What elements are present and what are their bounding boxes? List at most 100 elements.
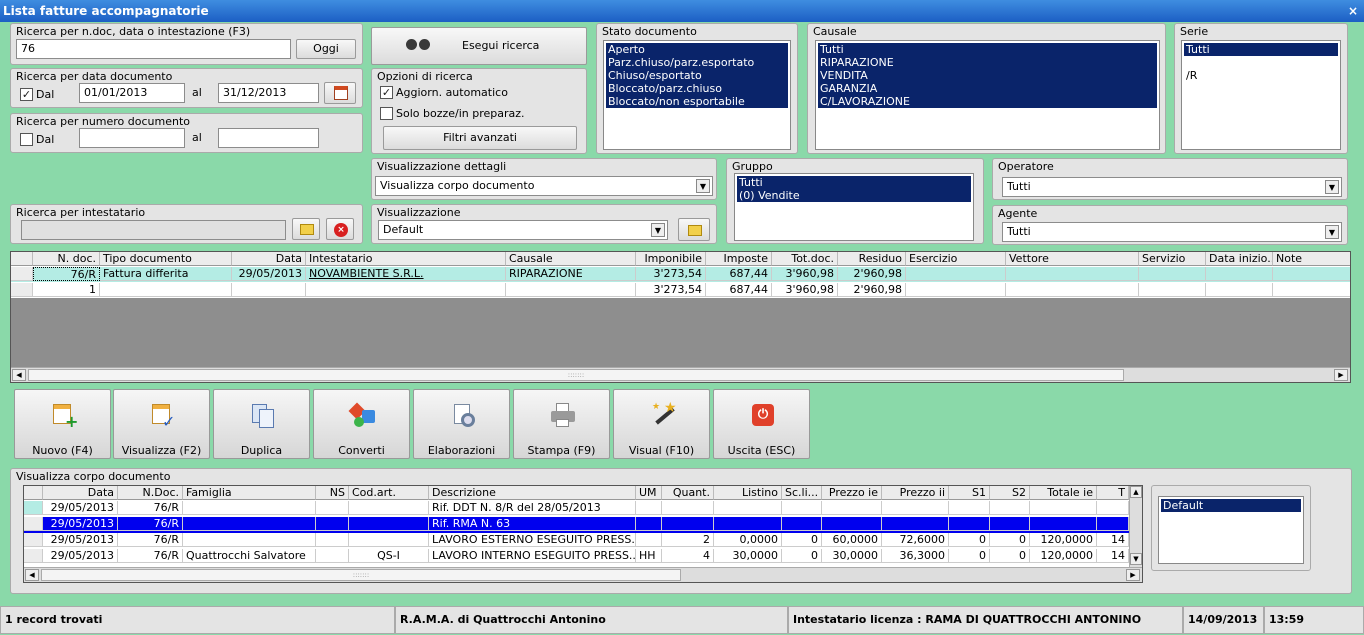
new-button[interactable]: + Nuovo (F4) (14, 389, 111, 459)
status-item[interactable]: Bloccato/non esportabile (606, 95, 788, 108)
table-cell[interactable]: 76/R (33, 267, 100, 281)
chevron-down-icon[interactable]: ▼ (651, 223, 665, 237)
table-cell[interactable] (662, 501, 714, 515)
table-cell[interactable]: 30,0000 (714, 549, 782, 563)
column-header[interactable]: Totale ie (1030, 486, 1097, 500)
table-cell[interactable] (1097, 517, 1129, 531)
number-from-input[interactable] (79, 128, 185, 148)
table-cell[interactable]: 3'273,54 (636, 267, 706, 281)
chevron-down-icon[interactable]: ▼ (1325, 225, 1339, 239)
table-cell[interactable]: 0 (949, 533, 990, 547)
column-header[interactable]: Data inizio... (1206, 252, 1273, 266)
status-item[interactable]: Parz.chiuso/parz.esportato (606, 56, 788, 69)
column-header[interactable]: Causale (506, 252, 636, 266)
reason-item[interactable]: Tutti (818, 43, 1157, 56)
column-header[interactable]: Data (232, 252, 306, 266)
holder-clear-button[interactable]: × (326, 218, 354, 240)
table-cell[interactable]: 0 (990, 549, 1030, 563)
holder-browse-button[interactable] (292, 218, 320, 240)
table-cell[interactable]: Fattura differita (100, 267, 232, 281)
column-header[interactable]: Prezzo ii (882, 486, 949, 500)
table-cell[interactable] (349, 501, 429, 515)
table-cell[interactable]: LAVORO INTERNO ESEGUITO PRESS... (429, 549, 636, 563)
column-header[interactable]: S2 (990, 486, 1030, 500)
date-to-input[interactable]: 31/12/2013 (218, 83, 319, 103)
column-header[interactable]: N.Doc. (118, 486, 183, 500)
table-cell[interactable] (316, 501, 349, 515)
table-cell[interactable]: 76/R (118, 533, 183, 547)
table-cell[interactable] (714, 517, 782, 531)
column-header[interactable]: Tot.doc. (772, 252, 838, 266)
document-body-grid[interactable]: Data N.Doc. Famiglia NS Cod.art. Descriz… (23, 485, 1143, 583)
column-header[interactable]: Data (43, 486, 118, 500)
status-item[interactable]: Aperto (606, 43, 788, 56)
reason-item[interactable]: GARANZIA (818, 82, 1157, 95)
column-header[interactable]: Prezzo ie (822, 486, 882, 500)
table-cell[interactable] (662, 517, 714, 531)
table-cell[interactable]: 36,3000 (882, 549, 949, 563)
table-cell[interactable]: 14 (1097, 533, 1129, 547)
reason-listbox[interactable]: Tutti RIPARAZIONE VENDITA GARANZIA C/LAV… (815, 40, 1160, 150)
table-cell[interactable]: QS-I (349, 549, 429, 563)
table-cell[interactable]: 4 (662, 549, 714, 563)
scroll-left-icon[interactable]: ◀ (12, 369, 26, 381)
column-header[interactable]: Tipo documento (100, 252, 232, 266)
number-from-checkbox[interactable] (20, 133, 33, 146)
column-header[interactable]: Quant. (662, 486, 714, 500)
date-from-input[interactable]: 01/01/2013 (79, 83, 185, 103)
detail-view-select[interactable]: Visualizza corpo documento ▼ (375, 176, 713, 196)
table-cell[interactable] (1139, 267, 1206, 281)
table-cell[interactable]: 0 (990, 533, 1030, 547)
scroll-up-icon[interactable]: ▲ (1130, 486, 1142, 498)
table-cell[interactable] (714, 501, 782, 515)
table-cell[interactable]: 29/05/2013 (43, 549, 118, 563)
visual-button[interactable]: ★ ★ Visual (F10) (613, 389, 710, 459)
column-header[interactable]: Intestatario (306, 252, 506, 266)
table-cell[interactable] (316, 533, 349, 547)
body-grid-scrollbar[interactable]: ◀ ::::::: ▶ (24, 567, 1142, 582)
table-row[interactable]: 76/R Fattura differita 29/05/2013 NOVAMB… (11, 267, 1350, 282)
group-item[interactable]: Tutti (737, 176, 971, 189)
documents-grid[interactable]: N. doc. Tipo documento Data Intestatario… (10, 251, 1351, 383)
table-cell[interactable] (906, 267, 1006, 281)
reason-item[interactable]: C/LAVORAZIONE (818, 95, 1157, 108)
table-cell[interactable] (990, 517, 1030, 531)
vertical-scrollbar[interactable]: ▲ ▼ (1129, 486, 1142, 567)
column-header[interactable]: Note (1273, 252, 1350, 266)
print-button[interactable]: Stampa (F9) (513, 389, 610, 459)
drafts-only-checkbox[interactable] (380, 107, 393, 120)
scroll-thumb[interactable]: ::::::: (28, 369, 1124, 381)
status-item[interactable]: Bloccato/parz.chiuso (606, 82, 788, 95)
table-cell[interactable]: Rif. DDT N. 8/R del 28/05/2013 (429, 501, 636, 515)
column-header[interactable]: Esercizio (906, 252, 1006, 266)
table-cell[interactable]: 3'960,98 (772, 267, 838, 281)
table-cell[interactable] (183, 517, 316, 531)
column-header[interactable]: Imponibile (636, 252, 706, 266)
view-browse-button[interactable] (678, 218, 710, 241)
column-header[interactable]: Cod.art. (349, 486, 429, 500)
calendar-button[interactable] (324, 82, 356, 104)
main-grid-scrollbar[interactable]: ◀ ::::::: ▶ (11, 367, 1350, 382)
table-cell[interactable] (636, 533, 662, 547)
table-cell[interactable] (1030, 501, 1097, 515)
table-cell[interactable]: 687,44 (706, 267, 772, 281)
column-header[interactable]: NS (316, 486, 349, 500)
scroll-right-icon[interactable]: ▶ (1126, 569, 1140, 581)
column-header[interactable]: Famiglia (183, 486, 316, 500)
duplicate-button[interactable]: Duplica (213, 389, 310, 459)
column-header[interactable]: N. doc. (33, 252, 100, 266)
column-header[interactable]: T (1097, 486, 1129, 500)
layouts-listbox[interactable]: Default (1158, 496, 1304, 564)
series-listbox[interactable]: Tutti /R (1181, 40, 1341, 150)
layout-item[interactable]: Default (1161, 499, 1301, 512)
table-cell[interactable]: 0 (782, 533, 822, 547)
agent-select[interactable]: Tutti ▼ (1002, 222, 1342, 242)
table-cell[interactable] (882, 517, 949, 531)
table-cell[interactable]: 76/R (118, 501, 183, 515)
table-cell[interactable]: 60,0000 (822, 533, 882, 547)
table-cell[interactable] (316, 517, 349, 531)
table-cell[interactable]: LAVORO ESTERNO ESEGUITO PRESS... (429, 533, 636, 547)
scroll-thumb[interactable]: ::::::: (41, 569, 681, 581)
date-from-checkbox[interactable]: ✓ (20, 88, 33, 101)
table-cell[interactable]: 0,0000 (714, 533, 782, 547)
